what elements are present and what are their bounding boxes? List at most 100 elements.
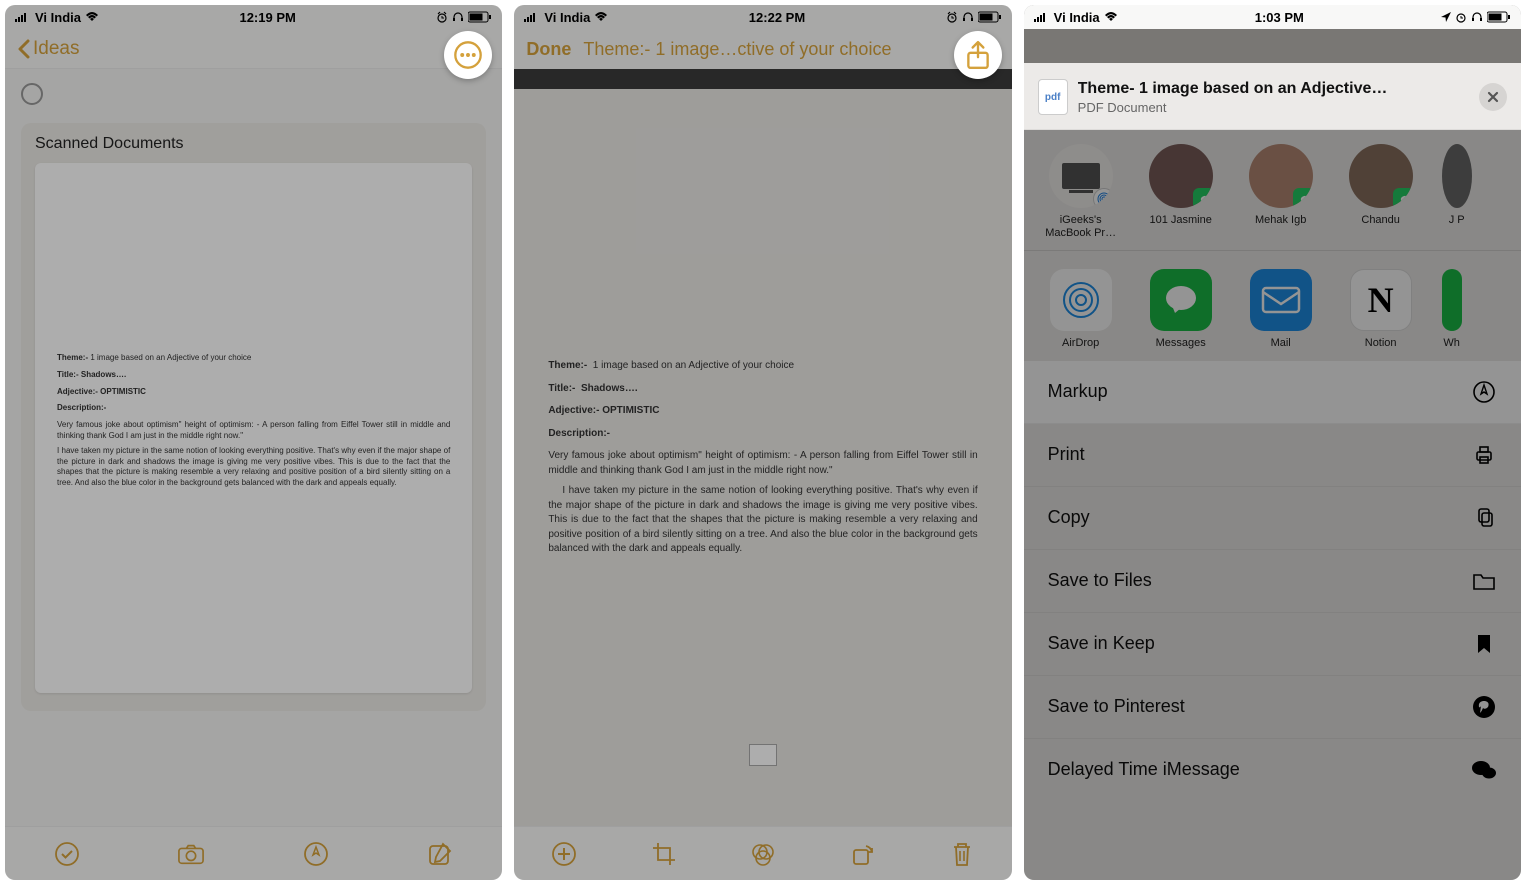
back-button[interactable]: Ideas	[17, 38, 79, 60]
document-thumbnail[interactable]: Theme:- 1 image based on an Adjective of…	[35, 163, 472, 693]
headphones-icon	[962, 11, 974, 23]
folder-icon	[1471, 568, 1497, 594]
bottom-toolbar	[514, 826, 1011, 880]
content-area: Scanned Documents Theme:- 1 image based …	[5, 69, 502, 826]
save-to-pinterest-action[interactable]: Save to Pinterest	[1024, 676, 1521, 739]
whatsapp-badge-icon	[1293, 188, 1313, 208]
signal-icon	[15, 12, 31, 22]
nav-bar: Done Theme:- 1 image…ctive of your choic…	[514, 29, 1011, 69]
app-name: AirDrop	[1062, 337, 1099, 350]
selection-circle[interactable]	[21, 83, 43, 105]
airdrop-app[interactable]: AirDrop	[1042, 269, 1120, 350]
doc-para1: Very famous joke about optimism" height …	[548, 449, 977, 478]
alarm-icon	[1455, 11, 1467, 23]
doc-adj-label: Adjective:-	[548, 405, 599, 416]
whatsapp-contact[interactable]: 101 Jasmine	[1142, 144, 1220, 240]
action-label: Save in Keep	[1048, 633, 1155, 654]
share-sheet-body: iGeeks's MacBook Pr… 101 Jasmine Mehak I…	[1024, 130, 1521, 880]
print-action[interactable]: Print	[1024, 424, 1521, 487]
camera-icon[interactable]	[178, 841, 204, 867]
doc-theme-label: Theme:-	[57, 353, 88, 362]
people-row[interactable]: iGeeks's MacBook Pr… 101 Jasmine Mehak I…	[1024, 130, 1521, 250]
highlight-more	[444, 31, 492, 79]
notion-icon: N	[1350, 269, 1412, 331]
status-time: 12:19 PM	[239, 10, 295, 25]
doc-title-label: Title:-	[548, 383, 575, 394]
trash-icon[interactable]	[949, 841, 975, 867]
whatsapp-contact[interactable]: Chandu	[1342, 144, 1420, 240]
whatsapp-contact[interactable]: J P	[1442, 144, 1472, 240]
pdf-badge: pdf	[1038, 79, 1068, 115]
avatar	[1442, 144, 1472, 208]
delayed-imessage-action[interactable]: Delayed Time iMessage	[1024, 739, 1521, 801]
done-button[interactable]: Done	[526, 39, 571, 60]
compose-icon[interactable]	[427, 841, 453, 867]
markup-action[interactable]: Markup	[1024, 361, 1521, 424]
doc-adj-value: OPTIMISTIC	[602, 405, 659, 416]
app-name: Notion	[1365, 337, 1397, 350]
whatsapp-contact[interactable]: Mehak Igb	[1242, 144, 1320, 240]
whatsapp-app[interactable]: Wh	[1442, 269, 1462, 350]
contact-name: Mehak Igb	[1255, 214, 1306, 227]
doc-desc-label: Description:-	[57, 403, 106, 412]
action-label: Save to Pinterest	[1048, 696, 1185, 717]
doc-para1: Very famous joke about optimism" height …	[57, 420, 450, 442]
markup-icon[interactable]	[303, 841, 329, 867]
airdrop-contact[interactable]: iGeeks's MacBook Pr…	[1042, 144, 1120, 240]
doc-desc-label: Description:-	[548, 428, 610, 439]
mail-app[interactable]: Mail	[1242, 269, 1320, 350]
printer-icon	[1471, 442, 1497, 468]
carrier-label: Vi India	[544, 10, 590, 25]
card-title: Scanned Documents	[35, 135, 472, 153]
messages-app[interactable]: Messages	[1142, 269, 1220, 350]
filter-icon[interactable]	[750, 841, 776, 867]
whatsapp-badge-icon	[1193, 188, 1213, 208]
app-name: Messages	[1156, 337, 1206, 350]
carrier-label: Vi India	[1054, 10, 1100, 25]
rotate-icon[interactable]	[849, 841, 875, 867]
mail-icon	[1250, 269, 1312, 331]
doc-adj-label: Adjective:-	[57, 387, 98, 396]
status-time: 1:03 PM	[1255, 10, 1304, 25]
copy-action[interactable]: Copy	[1024, 487, 1521, 550]
close-button[interactable]	[1479, 83, 1507, 111]
notion-app[interactable]: N Notion	[1342, 269, 1420, 350]
back-label: Ideas	[33, 38, 79, 60]
crop-icon[interactable]	[651, 841, 677, 867]
doc-title-value: Shadows….	[581, 383, 638, 394]
chat-icon	[1471, 757, 1497, 783]
location-icon	[1441, 12, 1451, 22]
app-name: Mail	[1271, 337, 1291, 350]
add-page-icon[interactable]	[551, 841, 577, 867]
wifi-icon	[85, 12, 99, 22]
signal-icon	[1034, 12, 1050, 22]
action-label: Delayed Time iMessage	[1048, 759, 1240, 780]
status-bar: Vi India 12:19 PM	[5, 5, 502, 29]
page-thumbnail-indicator[interactable]	[749, 744, 777, 766]
signal-icon	[524, 12, 540, 22]
screen-notes-list: Vi India 12:19 PM Ideas	[5, 5, 502, 880]
apps-row[interactable]: AirDrop Messages Mail N Notion Wh	[1024, 255, 1521, 360]
headphones-icon	[1471, 11, 1483, 23]
contact-name: 101 Jasmine	[1149, 214, 1211, 227]
doc-adj-value: OPTIMISTIC	[100, 387, 146, 396]
airdrop-icon	[1050, 269, 1112, 331]
airdrop-badge-icon	[1093, 188, 1113, 208]
wifi-icon	[594, 12, 608, 22]
doc-title-value: Shadows….	[81, 370, 126, 379]
share-title: Theme- 1 image based on an Adjective…	[1078, 80, 1479, 98]
save-in-keep-action[interactable]: Save in Keep	[1024, 613, 1521, 676]
battery-icon	[468, 11, 492, 23]
avatar	[1249, 144, 1313, 208]
nav-bar: Ideas	[5, 29, 502, 69]
checklist-icon[interactable]	[54, 841, 80, 867]
bg-nav-strip	[1024, 29, 1521, 63]
dark-strip	[514, 69, 1011, 89]
markup-icon	[1471, 379, 1497, 405]
doc-title-label: Title:-	[57, 370, 79, 379]
doc-theme-label: Theme:-	[548, 360, 587, 371]
document-page[interactable]: Theme:- 1 image based on an Adjective of…	[514, 89, 1011, 826]
save-to-files-action[interactable]: Save to Files	[1024, 550, 1521, 613]
avatar	[1349, 144, 1413, 208]
scanned-documents-card[interactable]: Scanned Documents Theme:- 1 image based …	[21, 123, 486, 711]
